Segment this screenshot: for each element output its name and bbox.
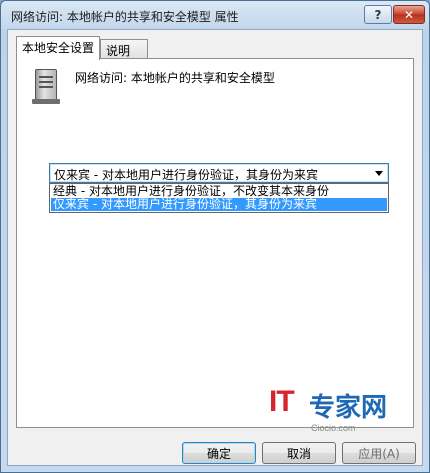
help-button[interactable]: ? — [364, 5, 392, 24]
policy-title: 网络访问: 本地帐户的共享和安全模型 — [75, 71, 275, 85]
chevron-down-icon[interactable] — [375, 171, 383, 176]
close-icon: ✕ — [403, 7, 415, 22]
dropdown-list: 经典 - 对本地用户进行身份验证，不改变其本来身份 仅来宾 - 对本地用户进行身… — [49, 183, 389, 213]
window-title: 网络访问: 本地帐户的共享和安全模型 属性 — [11, 10, 239, 24]
watermark-sub: Ciocio.com — [311, 423, 356, 433]
apply-button[interactable]: 应用(A) — [342, 442, 416, 464]
title-bar[interactable]: 网络访问: 本地帐户的共享和安全模型 属性 ? ✕ — [1, 1, 429, 29]
cancel-button[interactable]: 取消 — [262, 442, 336, 464]
watermark-logo: IT 专家网 Ciocio.com — [269, 385, 419, 445]
sharing-model-select[interactable]: 仅来宾 - 对本地用户进行身份验证，其身份为来宾 — [49, 163, 389, 183]
tab-page: 网络访问: 本地帐户的共享和安全模型 仅来宾 - 对本地用户进行身份验证，其身份… — [16, 58, 414, 428]
selected-option: 仅来宾 - 对本地用户进行身份验证，其身份为来宾 — [54, 168, 318, 182]
tab-explain[interactable]: 说明 — [100, 39, 148, 59]
watermark-brand: IT — [269, 385, 295, 418]
tab-local-security-setting[interactable]: 本地安全设置 — [16, 36, 100, 60]
server-icon — [32, 69, 60, 104]
ok-button[interactable]: 确定 — [182, 442, 256, 464]
help-icon: ? — [374, 7, 382, 22]
properties-dialog: 网络访问: 本地帐户的共享和安全模型 属性 ? ✕ 本地安全设置 说明 网络访问… — [0, 0, 430, 473]
close-button[interactable]: ✕ — [393, 5, 425, 24]
watermark-name: 专家网 — [309, 393, 388, 423]
option-guest-only[interactable]: 仅来宾 - 对本地用户进行身份验证，其身份为来宾 — [51, 198, 387, 211]
